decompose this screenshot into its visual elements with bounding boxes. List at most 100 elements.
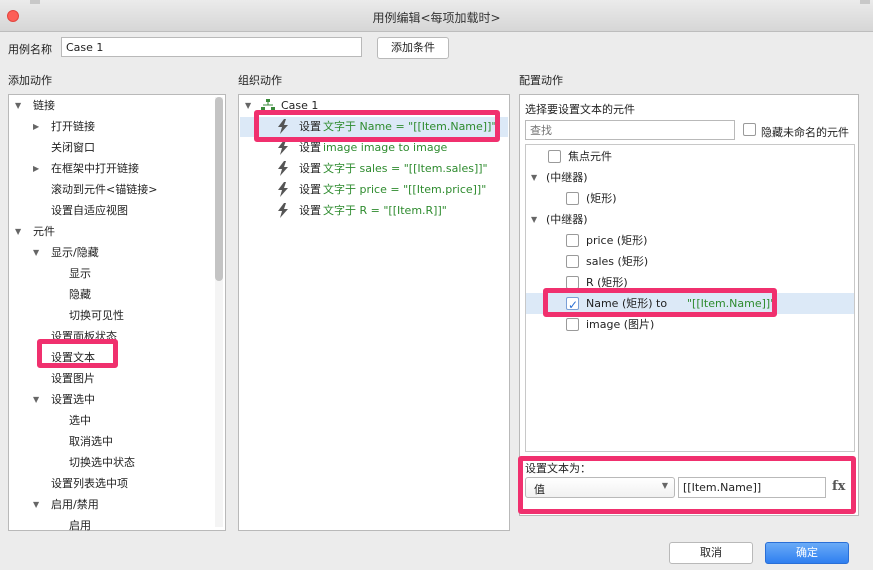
action-tree-label: 切换选中状态 (69, 456, 135, 469)
chevron-down-icon[interactable]: ▼ (531, 209, 537, 230)
widget-tree-item[interactable]: image (图片) (526, 314, 854, 335)
widget-tree-item[interactable]: (矩形) (526, 188, 854, 209)
action-tree-label: 设置面板状态 (51, 330, 117, 343)
widget-tree-item[interactable]: R (矩形) (526, 272, 854, 293)
action-tree-label: 设置文本 (51, 351, 95, 364)
config-action-heading: 配置动作 (519, 74, 563, 87)
widget-label: (中继器) (546, 213, 588, 226)
widget-tree-item[interactable]: price (矩形) (526, 230, 854, 251)
widget-tree-item[interactable]: sales (矩形) (526, 251, 854, 272)
chevron-right-icon[interactable]: ▶ (33, 116, 39, 137)
choose-widget-label: 选择要设置文本的元件 (525, 103, 635, 116)
widget-tree-item[interactable]: 焦点元件 (526, 146, 854, 167)
chevron-down-icon[interactable]: ▼ (15, 221, 21, 242)
titlebar-edge (30, 0, 40, 4)
action-tree-label: 关闭窗口 (51, 141, 95, 154)
widget-tree-item[interactable]: ▼ (中继器) (526, 209, 854, 230)
widget-label: (中继器) (546, 171, 588, 184)
widget-tree-item[interactable]: ▼ (中继器) (526, 167, 854, 188)
action-prefix: 设置 (299, 162, 321, 175)
add-condition-button[interactable]: 添加条件 (377, 37, 449, 59)
chevron-right-icon[interactable]: ▶ (33, 158, 39, 179)
widget-label: Name (矩形) to (586, 297, 668, 310)
action-tree-label: 元件 (33, 225, 55, 238)
title-bar: 用例编辑<每项加载时> (0, 0, 873, 32)
action-tree-label: 滚动到元件<锚链接> (51, 183, 158, 196)
case-row[interactable]: ▼ Case 1 (243, 95, 503, 116)
scrollbar-thumb[interactable] (215, 97, 223, 281)
widget-checkbox[interactable] (548, 150, 561, 163)
fx-button[interactable]: fx (832, 479, 845, 494)
action-tree-label: 链接 (33, 99, 55, 112)
widget-tree-item[interactable]: Name (矩形) to "[[Item.Name]]" (526, 293, 854, 316)
action-tree-label: 设置图片 (51, 372, 95, 385)
value-type-selected: 值 (534, 483, 545, 496)
chevron-down-icon[interactable]: ▼ (33, 242, 39, 263)
widget-checkbox[interactable] (566, 192, 579, 205)
chevron-down-icon: ▼ (245, 101, 252, 110)
widget-checkbox[interactable] (566, 234, 579, 247)
widget-label: (矩形) (586, 192, 617, 205)
add-action-heading: 添加动作 (8, 74, 52, 87)
action-tree-label: 隐藏 (69, 288, 91, 301)
lightning-icon (277, 119, 289, 134)
lightning-icon (277, 182, 289, 197)
action-prefix: 设置 (299, 183, 321, 196)
case-name-label: 用例名称 (8, 43, 52, 56)
chevron-down-icon[interactable]: ▼ (33, 494, 39, 515)
hide-unnamed-checkbox[interactable] (743, 123, 756, 136)
action-text: 文字于 sales = "[[Item.sales]]" (323, 162, 488, 175)
set-text-label: 设置文本为： (525, 462, 591, 475)
action-text: image image to image (323, 141, 448, 154)
widget-checkbox[interactable] (566, 255, 579, 268)
cancel-button[interactable]: 取消 (669, 542, 753, 564)
chevron-down-icon[interactable]: ▼ (33, 389, 39, 410)
action-tree-label: 设置自适应视图 (51, 204, 128, 217)
case-name-input[interactable]: Case 1 (61, 37, 362, 57)
add-action-panel: ▼ 链接 ▶ 打开链接关闭窗口 ▶ 在框架中打开链接滚动到元件<锚链接> 设置自适应视图 ▼ 元… (8, 94, 226, 532)
action-tree-label: 设置列表选中项 (51, 477, 128, 490)
widget-label: 焦点元件 (568, 150, 612, 163)
action-tree-label: 打开链接 (51, 120, 95, 133)
widget-checkbox[interactable] (566, 318, 579, 331)
case-flow-icon (261, 99, 275, 111)
window-title: 用例编辑<每项加载时> (372, 11, 501, 25)
action-text: 文字于 R = "[[Item.R]]" (323, 204, 447, 217)
search-input[interactable] (525, 120, 735, 140)
widget-value-suffix: "[[Item.Name]]" (687, 297, 776, 310)
chevron-down-icon[interactable]: ▼ (531, 167, 537, 188)
widget-label: image (图片) (586, 318, 655, 331)
action-tree-label: 在框架中打开链接 (51, 162, 139, 175)
action-tree-label: 设置选中 (51, 393, 95, 406)
action-tree-label: 显示 (69, 267, 91, 280)
widget-label: sales (矩形) (586, 255, 649, 268)
value-input[interactable]: [[Item.Name]] (678, 477, 826, 498)
action-tree-label: 显示/隐藏 (51, 246, 99, 259)
action-prefix: 设置 (299, 120, 321, 133)
hide-unnamed-label: 隐藏未命名的元件 (761, 126, 849, 139)
chevron-down-icon: ▼ (661, 481, 668, 490)
config-panel: 选择要设置文本的元件 隐藏未命名的元件 焦点元件 ▼ (中继器) (矩形) ▼ (中继器)… (519, 94, 859, 516)
action-tree-label: 选中 (69, 414, 91, 427)
action-prefix: 设置 (299, 141, 321, 154)
widget-checkbox[interactable] (566, 295, 579, 316)
widget-checkbox[interactable] (566, 276, 579, 289)
action-tree-label: 切换可见性 (69, 309, 124, 322)
lightning-icon (277, 161, 289, 176)
action-text: 文字于 price = "[[Item.price]]" (323, 183, 487, 196)
org-action-heading: 组织动作 (238, 74, 282, 87)
widget-label: price (矩形) (586, 234, 648, 247)
value-type-select[interactable]: 值 ▼ (525, 477, 675, 498)
case-label: Case 1 (281, 99, 319, 112)
action-prefix: 设置 (299, 204, 321, 217)
action-tree-label: 取消选中 (69, 435, 113, 448)
lightning-icon (277, 203, 289, 218)
ok-button[interactable]: 确定 (765, 542, 849, 564)
action-tree-label: 启用 (69, 519, 91, 532)
chevron-down-icon[interactable]: ▼ (15, 95, 21, 116)
action-tree-label: 启用/禁用 (51, 498, 99, 511)
titlebar-edge (860, 0, 870, 4)
org-action-panel: ▼ Case 1 设置 文字于 Name = "[[Item.Name]]" 设置 i… (238, 94, 510, 531)
widget-tree: 焦点元件 ▼ (中继器) (矩形) ▼ (中继器) price (矩形) sales (矩形)… (525, 144, 855, 452)
lightning-icon (277, 140, 289, 155)
